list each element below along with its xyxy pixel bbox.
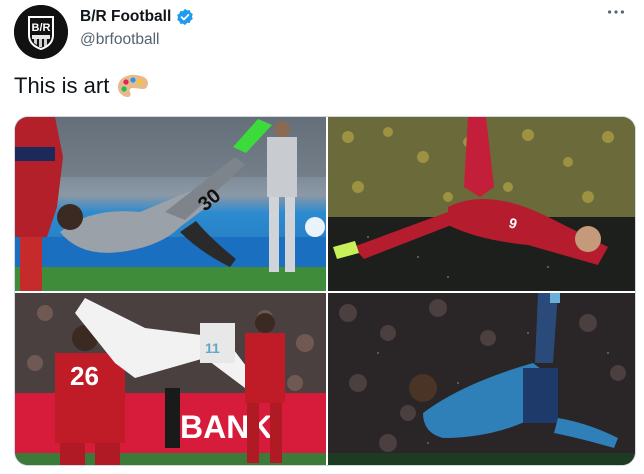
media-grid: 30 9 BANK 26 11 [14, 116, 636, 466]
svg-text:26: 26 [70, 361, 99, 391]
bale-bicycle-kick-photo[interactable]: BANK 26 11 [15, 293, 326, 465]
account-handle[interactable]: @brfootball [80, 31, 194, 49]
name-row: B/R Football [80, 7, 194, 27]
photo-4-image [328, 293, 635, 465]
author-block: B/R Football @brfootball [80, 7, 194, 49]
tweet-card: B/R B/R Football @brfootball This is art [0, 0, 644, 474]
messi-bicycle-kick-photo[interactable]: 30 [15, 117, 326, 291]
br-logo-icon: B/R [14, 5, 68, 59]
avatar[interactable]: B/R [14, 5, 68, 59]
svg-text:B/R: B/R [32, 22, 51, 34]
account-name[interactable]: B/R Football [80, 8, 171, 26]
ronaldo-bicycle-kick-photo[interactable] [328, 293, 635, 465]
verified-badge-icon [176, 8, 194, 26]
photo-1-image: 30 [15, 117, 326, 291]
more-options-button[interactable] [602, 2, 630, 22]
tweet-text: This is art [14, 73, 149, 99]
photo-2-image: 9 [328, 117, 635, 291]
tweet-body: This is art [14, 73, 110, 98]
svg-text:11: 11 [205, 340, 220, 356]
artist-palette-icon [117, 73, 149, 99]
more-horizontal-icon [608, 10, 624, 14]
lewandowski-bicycle-kick-photo[interactable]: 9 [328, 117, 635, 291]
photo-3-image: BANK 26 11 [15, 293, 326, 465]
